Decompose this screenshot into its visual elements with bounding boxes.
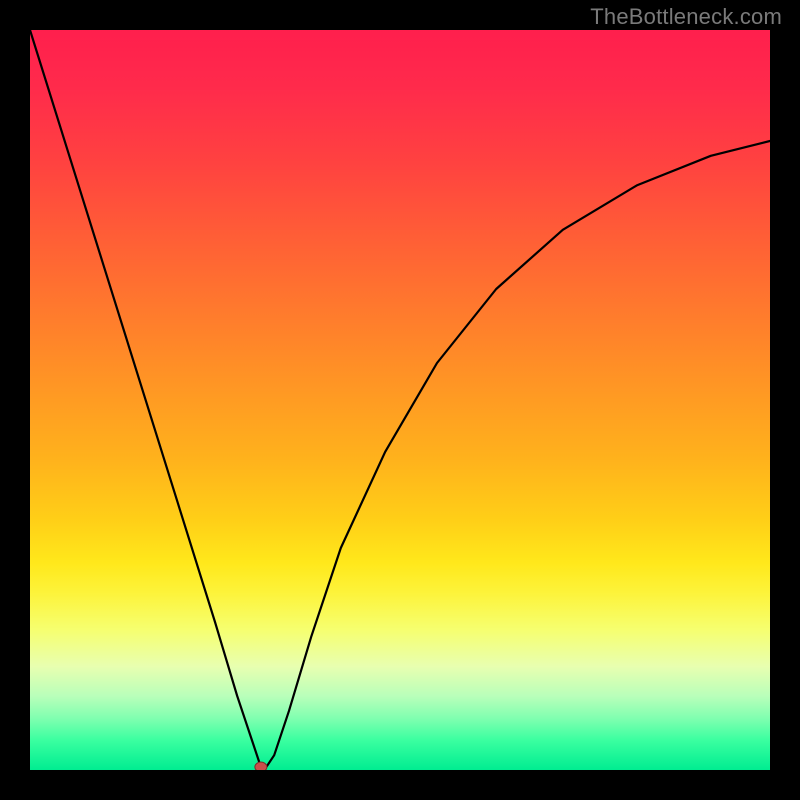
optimum-marker [255, 762, 267, 770]
bottleneck-curve [30, 30, 770, 770]
plot-area [30, 30, 770, 770]
watermark-text: TheBottleneck.com [590, 4, 782, 30]
chart-frame: TheBottleneck.com [0, 0, 800, 800]
curve-path [30, 30, 770, 770]
